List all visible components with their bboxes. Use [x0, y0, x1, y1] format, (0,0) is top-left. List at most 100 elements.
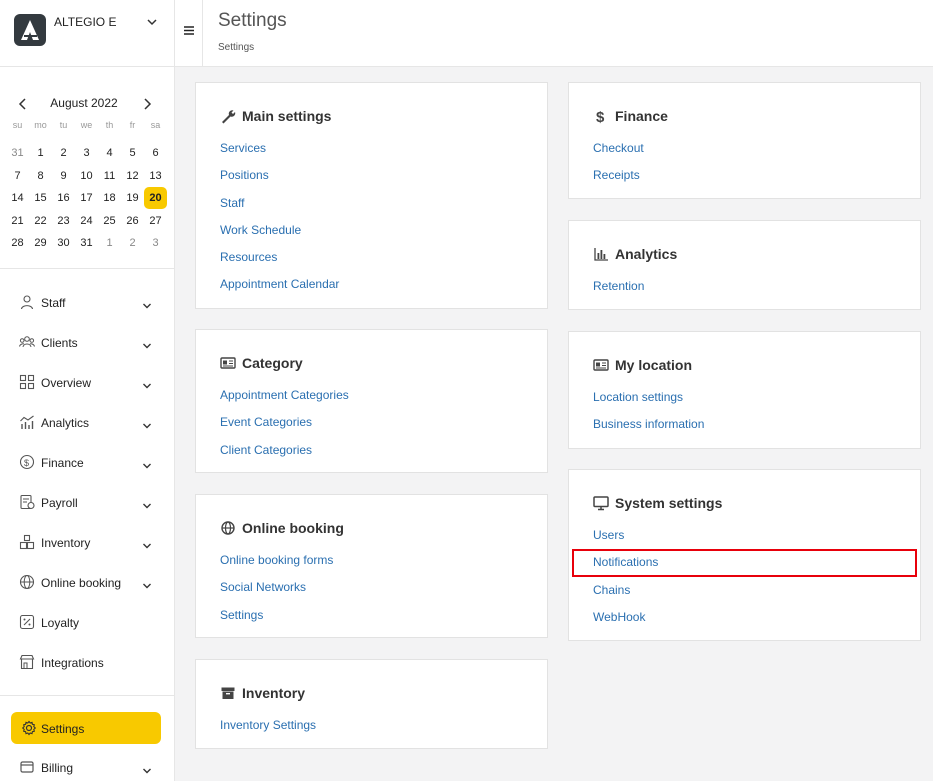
calendar-day[interactable]: 3	[144, 232, 167, 255]
sidebar-item-label: Clients	[41, 336, 78, 350]
settings-link-receipts[interactable]: Receipts	[593, 168, 644, 195]
settings-link-webhook[interactable]: WebHook	[593, 610, 658, 637]
settings-link-online-booking-forms[interactable]: Online booking forms	[220, 553, 333, 580]
sidebar-item-online-booking[interactable]: Online booking	[0, 563, 175, 603]
card-title: Finance	[615, 108, 668, 124]
sidebar-item-analytics[interactable]: Analytics	[0, 403, 175, 443]
settings-link-location-settings[interactable]: Location settings	[593, 390, 704, 417]
settings-link-appointment-categories[interactable]: Appointment Categories	[220, 388, 349, 415]
calendar-day[interactable]: 10	[75, 165, 98, 188]
weekday-label: fr	[129, 120, 136, 130]
settings-link-chains[interactable]: Chains	[593, 583, 658, 610]
calendar-day[interactable]: 26	[121, 210, 144, 233]
calendar-day[interactable]: 11	[98, 165, 121, 188]
calendar-day[interactable]: 1	[29, 142, 52, 165]
settings-link-work-schedule[interactable]: Work Schedule	[220, 223, 339, 250]
sidebar-item-label: Integrations	[41, 656, 104, 670]
calendar-day[interactable]: 12	[121, 165, 144, 188]
calendar-day[interactable]: 3	[75, 142, 98, 165]
calendar-day[interactable]: 23	[52, 210, 75, 233]
payroll-icon	[19, 494, 36, 511]
notifications-highlight-box	[572, 549, 917, 577]
calendar-day[interactable]: 9	[52, 165, 75, 188]
calendar-day[interactable]: 1	[98, 232, 121, 255]
brand-switcher[interactable]: ALTEGIO E	[0, 0, 174, 67]
analytics-card: Analytics Retention	[568, 220, 921, 310]
calendar-day[interactable]: 17	[75, 187, 98, 210]
calendar-day[interactable]: 6	[144, 142, 167, 165]
breadcrumb[interactable]: Settings	[218, 42, 254, 53]
calendar-day[interactable]: 5	[121, 142, 144, 165]
settings-link-inventory-settings[interactable]: Inventory Settings	[220, 718, 316, 745]
calendar-day[interactable]: 2	[121, 232, 144, 255]
id-card-icon	[593, 357, 609, 373]
next-month-icon[interactable]	[141, 97, 153, 111]
card-title: Main settings	[242, 108, 332, 124]
settings-link-staff[interactable]: Staff	[220, 196, 339, 223]
sidebar-divider	[0, 695, 175, 696]
calendar-day[interactable]: 30	[52, 232, 75, 255]
sidebar-item-billing[interactable]: Billing	[0, 748, 175, 781]
chevron-down-icon	[142, 378, 152, 396]
calendar-day[interactable]: 20	[144, 187, 167, 209]
sidebar-item-label: Payroll	[41, 496, 78, 510]
chevron-down-icon[interactable]	[146, 15, 158, 33]
calendar-day[interactable]: 2	[52, 142, 75, 165]
sidebar: ALTEGIO E August 2022 su mo tu we th fr sa 31 1 2…	[0, 0, 175, 781]
settings-link-event-categories[interactable]: Event Categories	[220, 415, 349, 442]
sidebar-item-loyalty[interactable]: Loyalty	[0, 603, 175, 643]
settings-link-resources[interactable]: Resources	[220, 250, 339, 277]
calendar-day[interactable]: 22	[29, 210, 52, 233]
sidebar-item-integrations[interactable]: Integrations	[0, 643, 175, 683]
archive-box-icon	[220, 685, 236, 701]
weekday-label: su	[12, 120, 23, 130]
settings-link-business-information[interactable]: Business information	[593, 417, 704, 444]
sidebar-item-inventory[interactable]: Inventory	[0, 523, 175, 563]
sidebar-item-clients[interactable]: Clients	[0, 323, 175, 363]
settings-link-positions[interactable]: Positions	[220, 168, 339, 195]
monitor-icon	[593, 495, 609, 511]
menu-toggle-button[interactable]	[175, 0, 203, 67]
calendar-day[interactable]: 28	[6, 232, 29, 255]
calendar-day[interactable]: 29	[29, 232, 52, 255]
settings-link-checkout[interactable]: Checkout	[593, 141, 644, 168]
bar-chart-icon	[593, 246, 609, 262]
calendar-day[interactable]: 13	[144, 165, 167, 188]
settings-link-appointment-calendar[interactable]: Appointment Calendar	[220, 277, 339, 304]
globe-icon	[220, 520, 236, 536]
calendar-day[interactable]: 18	[98, 187, 121, 210]
calendar-day[interactable]: 8	[29, 165, 52, 188]
sidebar-item-settings[interactable]: Settings	[11, 712, 161, 744]
gear-icon	[21, 720, 38, 737]
calendar-day[interactable]: 15	[29, 187, 52, 210]
sidebar-item-overview[interactable]: Overview	[0, 363, 175, 403]
dollar-icon: $	[593, 108, 609, 126]
calendar-day[interactable]: 24	[75, 210, 98, 233]
card-title: System settings	[615, 495, 723, 511]
settings-link-client-categories[interactable]: Client Categories	[220, 443, 349, 470]
chevron-down-icon	[142, 298, 152, 316]
calendar-day[interactable]: 21	[6, 210, 29, 233]
chevron-down-icon	[142, 763, 152, 781]
settings-link-retention[interactable]: Retention	[593, 279, 644, 306]
analytics-icon	[19, 414, 36, 431]
settings-link-settings[interactable]: Settings	[220, 608, 333, 635]
calendar-day[interactable]: 7	[6, 165, 29, 188]
settings-link-services[interactable]: Services	[220, 141, 339, 168]
calendar-day[interactable]: 31	[75, 232, 98, 255]
calendar-day[interactable]: 16	[52, 187, 75, 210]
sidebar-item-staff[interactable]: Staff	[0, 283, 175, 323]
calendar-day[interactable]: 27	[144, 210, 167, 233]
svg-text:$: $	[596, 109, 605, 124]
calendar-day[interactable]: 25	[98, 210, 121, 233]
weekday-label: sa	[150, 120, 161, 130]
calendar-day[interactable]: 19	[121, 187, 144, 210]
calendar-day[interactable]: 4	[98, 142, 121, 165]
sidebar-item-payroll[interactable]: Payroll	[0, 483, 175, 523]
my-location-card: My location Location settings Business in…	[568, 331, 921, 449]
sidebar-item-finance[interactable]: $ Finance	[0, 443, 175, 483]
calendar-day[interactable]: 14	[6, 187, 29, 210]
calendar-day[interactable]: 31	[6, 142, 29, 165]
settings-link-social-networks[interactable]: Social Networks	[220, 580, 333, 607]
card-title: Inventory	[242, 685, 306, 701]
